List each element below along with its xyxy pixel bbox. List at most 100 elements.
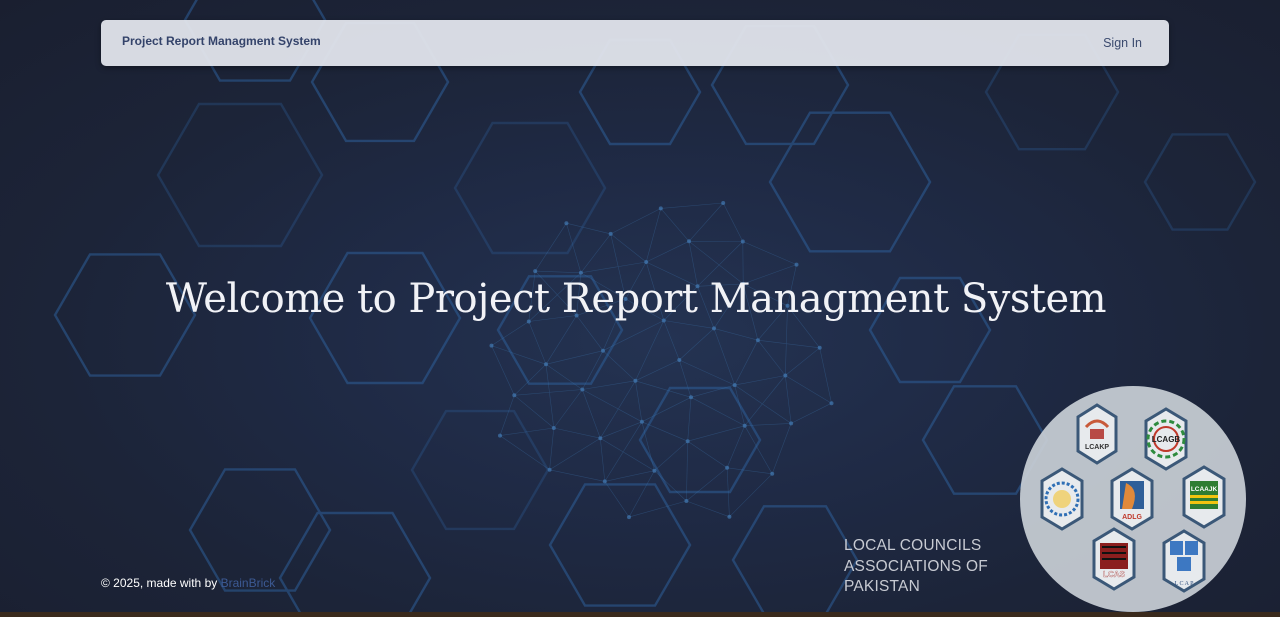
network-node xyxy=(725,465,730,470)
network-line xyxy=(534,223,567,272)
lcaajk-label: LCAAJK xyxy=(1191,486,1218,493)
network-line xyxy=(646,241,690,263)
network-line xyxy=(686,500,730,518)
network-line xyxy=(604,470,655,482)
network-line xyxy=(602,320,664,351)
footer: © 2025, made with by BrainBrick xyxy=(101,576,275,590)
network-line xyxy=(528,321,547,365)
network-line xyxy=(785,375,832,404)
adlg-emblem: ADLG xyxy=(1110,467,1154,531)
network-node xyxy=(789,421,794,426)
network-node xyxy=(578,270,583,275)
network-node xyxy=(689,395,693,400)
network-line xyxy=(514,364,547,396)
lcagb-label: LCAGB xyxy=(1152,435,1181,444)
network-line xyxy=(545,350,604,365)
network-node xyxy=(783,373,788,378)
network-line xyxy=(790,402,832,424)
network-line xyxy=(602,350,636,382)
network-line xyxy=(545,364,555,429)
background-hexagon xyxy=(278,511,432,617)
background-hexagon xyxy=(410,409,550,531)
adlg-label: ADLG xyxy=(1122,514,1142,521)
network-node xyxy=(794,262,799,267)
network-node xyxy=(547,467,552,472)
network-node xyxy=(687,239,691,244)
network-line xyxy=(635,320,665,381)
network-node xyxy=(829,401,834,406)
network-node xyxy=(770,471,775,476)
lcas-emblem xyxy=(1040,467,1084,531)
network-line xyxy=(713,328,758,341)
lcap-label: L C A P xyxy=(1175,581,1195,587)
network-line xyxy=(491,345,547,365)
network-line xyxy=(660,202,724,209)
network-line xyxy=(687,425,745,442)
network-node xyxy=(551,426,556,430)
network-node xyxy=(817,345,822,350)
network-node xyxy=(639,419,644,424)
network-line xyxy=(734,340,759,386)
associations-line-3: PAKISTAN xyxy=(844,578,920,595)
network-node xyxy=(652,468,657,473)
network-line xyxy=(742,241,797,265)
network-node xyxy=(580,387,585,392)
network-line xyxy=(566,223,582,273)
network-line xyxy=(582,389,601,439)
brainbrick-link[interactable]: BrainBrick xyxy=(221,576,276,590)
lcap-emblem: L C A P xyxy=(1162,529,1206,593)
network-line xyxy=(726,425,745,468)
associations-line-1: LOCAL COUNCILS xyxy=(844,537,982,554)
network-line xyxy=(600,437,655,471)
lcakp-emblem: LCAKP xyxy=(1076,403,1118,465)
network-line xyxy=(604,481,630,518)
network-line xyxy=(687,397,692,442)
network-node xyxy=(658,206,663,211)
background-hexagon xyxy=(156,102,324,248)
network-line xyxy=(635,359,680,382)
network-line xyxy=(549,437,601,471)
network-line xyxy=(604,421,643,482)
network-node xyxy=(598,436,603,441)
network-node xyxy=(627,515,631,520)
lcas-label: LCAS xyxy=(1103,570,1125,579)
network-node xyxy=(732,383,737,388)
top-navbar: Project Report Managment System Sign In xyxy=(101,20,1169,66)
network-line xyxy=(566,222,611,235)
network-line xyxy=(727,467,773,475)
network-line xyxy=(545,315,577,365)
network-node xyxy=(498,433,502,438)
network-line xyxy=(641,397,692,423)
network-line xyxy=(600,380,636,439)
network-line xyxy=(499,435,550,471)
network-node xyxy=(512,393,517,398)
network-node xyxy=(684,499,689,503)
network-line xyxy=(663,320,680,361)
background-hexagon xyxy=(638,386,762,494)
network-line xyxy=(654,440,688,471)
network-node xyxy=(755,338,760,343)
network-node xyxy=(533,269,538,274)
network-line xyxy=(679,359,735,386)
network-line xyxy=(679,328,715,361)
network-line xyxy=(687,440,728,469)
lcakp-label: LCAKP xyxy=(1085,444,1109,451)
network-node xyxy=(564,221,569,226)
associations-line-2: ASSOCIATIONS OF xyxy=(844,557,988,575)
network-line xyxy=(491,321,529,346)
network-line xyxy=(771,423,792,474)
network-node xyxy=(489,343,494,348)
network-line xyxy=(582,380,636,390)
network-line xyxy=(641,421,688,442)
copyright-text: © 2025, made with by xyxy=(101,576,221,590)
sign-in-link[interactable]: Sign In xyxy=(1103,36,1142,50)
network-line xyxy=(785,375,792,424)
brand-link[interactable]: Project Report Managment System xyxy=(122,34,321,48)
network-node xyxy=(633,378,638,383)
network-node xyxy=(740,239,745,244)
network-line xyxy=(635,380,643,422)
network-line xyxy=(744,375,786,426)
network-line xyxy=(553,389,583,429)
lcagb-emblem: LCAGB xyxy=(1144,407,1188,471)
network-node xyxy=(602,479,607,484)
